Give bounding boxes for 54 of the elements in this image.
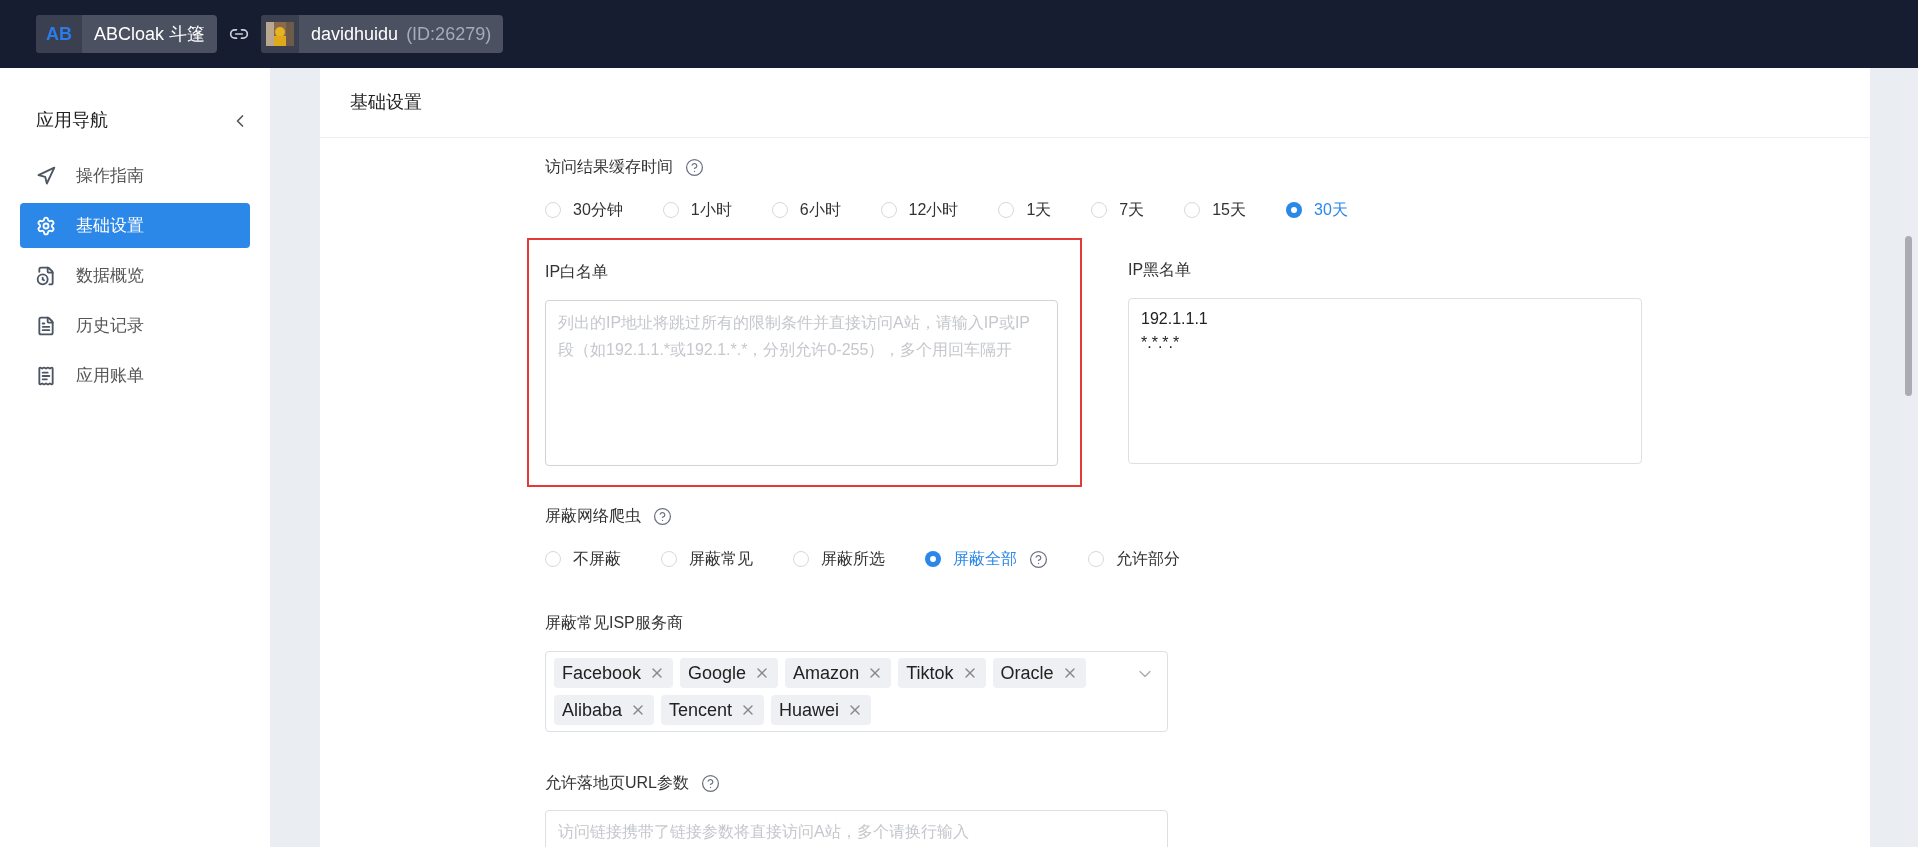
sidebar-title: 应用导航: [36, 109, 108, 132]
field-label: 屏蔽网络爬虫: [545, 506, 641, 526]
isp-tag: Tiktok: [898, 658, 986, 688]
help-icon[interactable]: [653, 506, 672, 526]
nav-item[interactable]: 数据概览: [20, 253, 250, 298]
radio-option[interactable]: 屏蔽所选: [793, 547, 885, 571]
radio-option[interactable]: 15天: [1184, 198, 1246, 222]
radio-option[interactable]: 1小时: [662, 198, 732, 222]
field-label: IP黑名单: [1128, 260, 1193, 280]
isp-tag: Google: [680, 658, 779, 688]
isp-tag: Facebook: [554, 658, 674, 688]
nav-item[interactable]: 应用账单: [20, 353, 250, 398]
radio-option[interactable]: 30分钟: [545, 198, 623, 222]
radio-option[interactable]: 屏蔽全部: [925, 547, 1017, 571]
settings-icon: [36, 215, 56, 236]
app-name: ABCloak 斗篷: [93, 22, 207, 46]
isp-tag: Oracle: [992, 658, 1086, 688]
blacklist-field[interactable]: 192.1.1.1 *.*.*.*: [1128, 298, 1642, 464]
radio-option[interactable]: 30天: [1286, 198, 1348, 222]
nav-item[interactable]: 历史记录: [20, 303, 250, 348]
whitelist-field[interactable]: 列出的IP地址将跳过所有的限制条件并直接访问A站，请输入IP或IP段（如192.1.1.*或192.1.*.*，分别允许0-255），多个用回车隔开: [545, 300, 1058, 466]
field-label: 允许落地页URL参数: [545, 773, 689, 793]
app-logo: AB: [36, 15, 82, 53]
report-icon: [36, 265, 56, 286]
card-title: 基础设置: [350, 91, 422, 114]
radio-option[interactable]: 1天: [998, 198, 1052, 222]
help-icon[interactable]: [701, 773, 720, 793]
radio-option[interactable]: 12小时: [880, 198, 959, 222]
user-id: (ID:26279): [406, 22, 493, 46]
isp-tag: Amazon: [785, 658, 892, 688]
field-label: 屏蔽常见ISP服务商: [545, 613, 684, 633]
isp-tag: Alibaba: [554, 695, 655, 725]
radio-option[interactable]: 允许部分: [1088, 547, 1180, 571]
radio-option[interactable]: 6小时: [771, 198, 841, 222]
user-name: davidhuidu: [310, 22, 400, 46]
radio-option[interactable]: 7天: [1091, 198, 1145, 222]
help-icon[interactable]: [685, 157, 704, 177]
isp-tag: Tencent: [661, 695, 765, 725]
receipt-icon: [36, 365, 56, 386]
user-chip[interactable]: davidhuidu (ID:26279): [261, 15, 504, 53]
help-icon[interactable]: [1029, 549, 1048, 569]
radio-option[interactable]: 屏蔽常见: [661, 547, 753, 571]
isp-select[interactable]: Facebook Google Amazon Tiktok Oracle Alibaba Tencent Huawei: [545, 651, 1168, 732]
scrollbar-thumb[interactable]: [1905, 236, 1912, 396]
nav-item[interactable]: 基础设置: [20, 203, 250, 248]
navigate-icon: [36, 165, 56, 186]
document-icon: [36, 315, 56, 336]
radio-option[interactable]: 不屏蔽: [545, 547, 621, 571]
field-label: IP白名单: [545, 262, 610, 282]
nav-item[interactable]: 操作指南: [20, 153, 250, 198]
app-chip[interactable]: AB ABCloak 斗篷: [36, 15, 218, 53]
isp-tag: Huawei: [771, 695, 872, 725]
field-label: 访问结果缓存时间: [545, 157, 673, 177]
url-params-field[interactable]: 访问链接携带了链接参数将直接访问A站，多个请换行输入: [545, 810, 1168, 847]
